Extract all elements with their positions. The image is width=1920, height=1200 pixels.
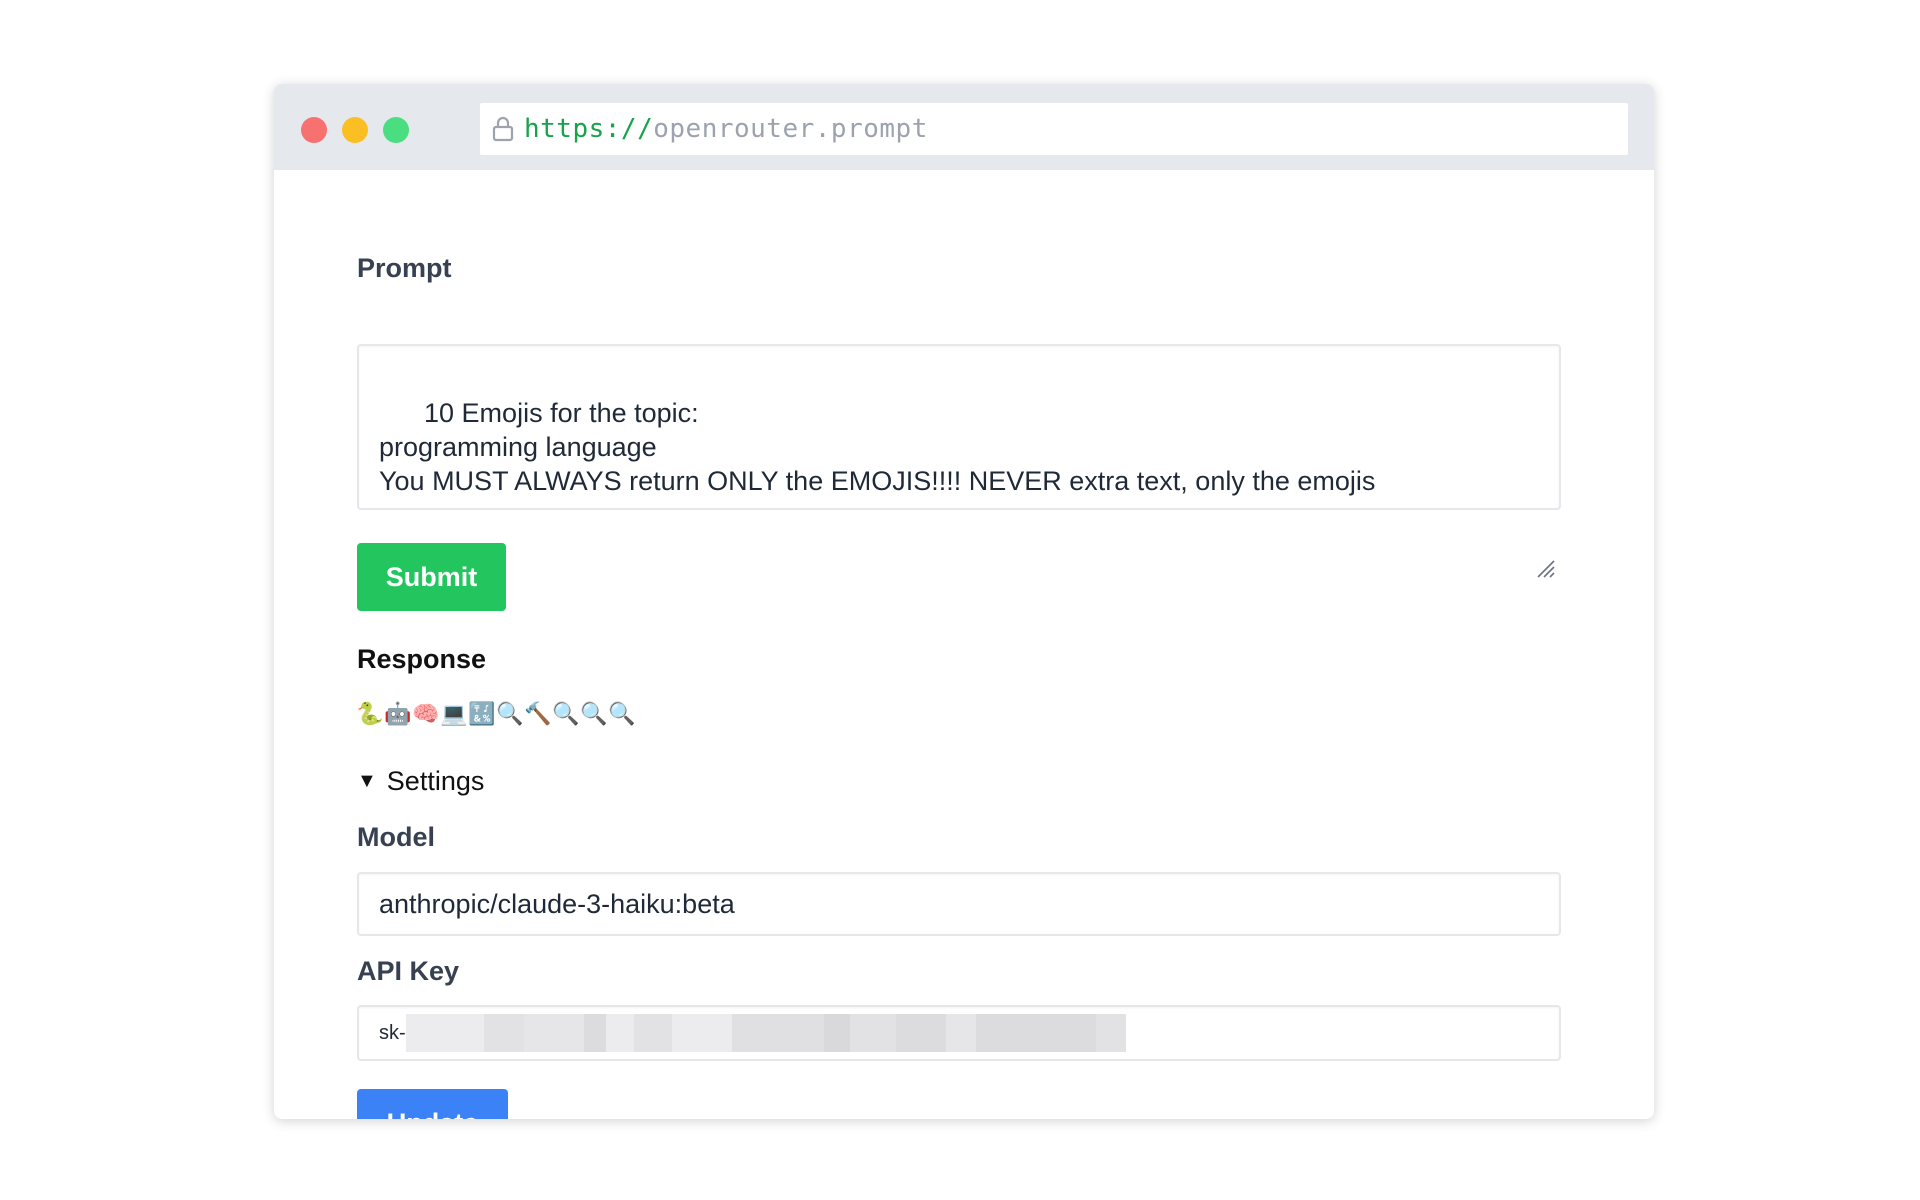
lock-icon (490, 114, 516, 144)
prompt-textarea[interactable]: 10 Emojis for the topic: programming lan… (357, 344, 1561, 578)
snake-emoji-icon: 🐍 (356, 701, 384, 726)
prompt-label: Prompt (357, 253, 452, 283)
response-title: Response (357, 644, 487, 674)
close-window-button[interactable] (301, 117, 327, 143)
symbols-emoji-icon: 🔣 (468, 701, 496, 726)
update-button[interactable]: Update (357, 1089, 508, 1119)
minimize-window-button[interactable] (342, 117, 368, 143)
submit-button[interactable]: Submit (357, 543, 506, 611)
prompt-text: 10 Emojis for the topic: programming lan… (379, 398, 1376, 496)
disclosure-triangle-icon: ▼ (357, 770, 377, 792)
magnifier-emoji-icon: 🔍 (552, 701, 580, 726)
hammer-emoji-icon: 🔨 (524, 701, 552, 726)
magnifier-emoji-icon: 🔍 (496, 701, 524, 726)
address-bar[interactable]: https://openrouter.prompt (480, 103, 1628, 155)
laptop-emoji-icon: 💻 (440, 701, 468, 726)
url-host: openrouter.prompt (653, 114, 928, 144)
browser-titlebar: https://openrouter.prompt (274, 84, 1654, 170)
api-key-redacted-value (405, 1014, 1126, 1052)
model-label: Model (357, 822, 435, 852)
response-emojis: 🐍 🤖 🧠 💻 🔣 🔍 🔨 🔍 🔍 🔍 (356, 700, 636, 732)
url-text: https://openrouter.prompt (524, 114, 928, 144)
model-value: anthropic/claude-3-haiku:beta (379, 888, 735, 919)
brain-emoji-icon: 🧠 (412, 701, 440, 726)
magnifier-emoji-icon: 🔍 (608, 701, 636, 726)
api-key-input[interactable]: sk- (357, 1005, 1561, 1061)
settings-toggle[interactable]: ▼ Settings (357, 766, 484, 797)
settings-label: Settings (386, 766, 485, 796)
magnifier-emoji-icon: 🔍 (580, 701, 608, 726)
robot-emoji-icon: 🤖 (384, 701, 412, 726)
resize-handle-icon[interactable] (1535, 484, 1555, 578)
maximize-window-button[interactable] (383, 117, 409, 143)
api-key-label: API Key (357, 956, 460, 986)
browser-window: https://openrouter.prompt Prompt 10 Emoj… (274, 84, 1654, 1119)
url-scheme: https:// (524, 114, 654, 144)
api-key-prefix: sk- (379, 1021, 406, 1044)
model-input[interactable]: anthropic/claude-3-haiku:beta (357, 872, 1561, 936)
